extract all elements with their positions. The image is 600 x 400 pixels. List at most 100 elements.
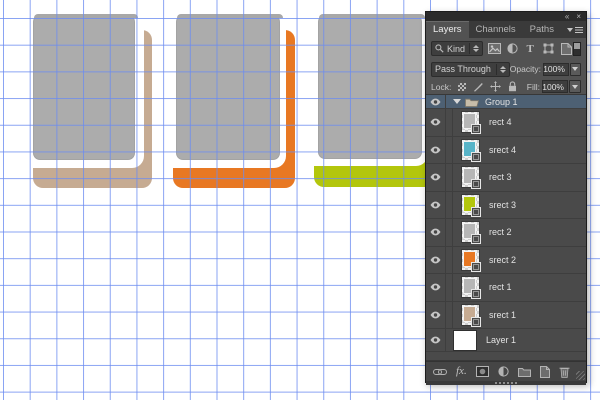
- layer-name: srect 3: [489, 199, 517, 210]
- panel-tabs: Layers Channels Paths: [426, 21, 586, 38]
- layers-panel: « × Layers Channels Paths Kind T Pass Th…: [425, 11, 587, 385]
- eye-icon: [430, 118, 441, 126]
- layer-row-srect-4[interactable]: srect 4: [426, 136, 586, 164]
- blend-row: Pass Through Opacity: 100%: [426, 59, 586, 79]
- layer-row-rect-4[interactable]: rect 4: [426, 109, 586, 137]
- lock-transparency-icon[interactable]: [455, 81, 468, 93]
- layer-visibility-toggle[interactable]: [426, 329, 446, 351]
- panel-resize-grip[interactable]: [576, 371, 585, 380]
- filter-kind-label: Kind: [447, 43, 466, 54]
- layer-name: srect 1: [489, 309, 517, 320]
- opacity-value[interactable]: 100%: [542, 62, 569, 76]
- fill-value[interactable]: 100%: [542, 80, 568, 93]
- layer-visibility-toggle[interactable]: [426, 136, 446, 163]
- layer-row-rect-2[interactable]: rect 2: [426, 219, 586, 247]
- panel-drag-handle[interactable]: [426, 381, 586, 385]
- vector-mask-badge-icon: [471, 316, 481, 327]
- layer-row-srect-1[interactable]: srect 1: [426, 301, 586, 329]
- vector-mask-badge-icon: [471, 289, 481, 300]
- layer-visibility-toggle[interactable]: [426, 191, 446, 218]
- layer-list: Group 1 rect 4 srect 4 rect 3 srect 3 rect 2 s…: [426, 94, 586, 361]
- layer-visibility-toggle[interactable]: [426, 301, 446, 328]
- layer-row-rect-3[interactable]: rect 3: [426, 164, 586, 192]
- group-indent-guide: [446, 301, 453, 328]
- lock-label: Lock:: [431, 81, 452, 92]
- layer-name: Layer 1: [486, 335, 517, 345]
- layer-visibility-toggle[interactable]: [426, 219, 446, 246]
- eye-icon: [430, 311, 441, 319]
- tab-layers[interactable]: Layers: [426, 21, 469, 38]
- layer-row-layer-1[interactable]: Layer 1: [426, 329, 586, 352]
- layer-thumbnail[interactable]: [453, 329, 477, 351]
- close-panel-icon[interactable]: ×: [576, 12, 581, 21]
- lock-row: Lock: Fill: 100%: [426, 79, 586, 94]
- type-layer-filter-icon[interactable]: T: [524, 41, 537, 56]
- rect-3-shape[interactable]: [318, 14, 425, 159]
- eye-icon: [430, 201, 441, 209]
- vector-mask-badge-icon: [471, 234, 481, 245]
- photoshop-workspace: « × Layers Channels Paths Kind T Pass Th…: [0, 0, 600, 400]
- group-folder-icon: [465, 98, 479, 107]
- group-indent-guide: [446, 136, 453, 163]
- layer-styles-icon[interactable]: fx.: [456, 366, 467, 377]
- blend-mode-dropdown[interactable]: Pass Through: [431, 61, 510, 77]
- layer-thumbnail[interactable]: [461, 111, 481, 135]
- eye-icon: [430, 173, 441, 181]
- layer-thumbnail[interactable]: [461, 276, 481, 300]
- vector-mask-badge-icon: [471, 261, 481, 272]
- layer-visibility-toggle[interactable]: [426, 109, 446, 136]
- eye-icon: [430, 336, 441, 344]
- opacity-dropdown-arrow[interactable]: [569, 62, 581, 76]
- layer-thumbnail[interactable]: [461, 166, 481, 190]
- rect-1-shape[interactable]: [33, 14, 138, 160]
- group-expand-arrow[interactable]: [453, 99, 461, 104]
- collapse-panel-icon[interactable]: «: [565, 12, 569, 21]
- lock-pixels-icon[interactable]: [472, 81, 485, 93]
- layer-visibility-toggle[interactable]: [426, 164, 446, 191]
- panel-titlebar: « ×: [426, 12, 586, 21]
- tab-paths[interactable]: Paths: [523, 21, 561, 38]
- new-group-icon[interactable]: [517, 367, 531, 377]
- layer-thumbnail[interactable]: [461, 138, 481, 162]
- layer-visibility-toggle[interactable]: [426, 274, 446, 301]
- layer-name: Group 1: [485, 96, 518, 107]
- opacity-label: Opacity:: [509, 64, 541, 74]
- smart-object-filter-icon[interactable]: [560, 41, 573, 56]
- lock-all-icon[interactable]: [506, 81, 519, 93]
- layer-thumbnail[interactable]: [461, 248, 481, 272]
- tab-channels[interactable]: Channels: [469, 21, 523, 38]
- link-layers-icon[interactable]: [433, 368, 447, 376]
- eye-icon: [430, 228, 441, 236]
- group-indent-guide: [446, 191, 453, 218]
- delete-layer-icon[interactable]: [559, 366, 570, 378]
- layer-visibility-toggle[interactable]: [426, 246, 446, 273]
- layer-row-rect-1[interactable]: rect 1: [426, 274, 586, 302]
- lock-position-icon[interactable]: [489, 81, 502, 93]
- layer-filter-toggle[interactable]: [572, 41, 581, 56]
- filter-row: Kind T: [426, 38, 586, 59]
- filter-kind-dropdown[interactable]: Kind: [431, 41, 483, 56]
- layer-thumbnail[interactable]: [461, 193, 481, 217]
- layer-row-srect-2[interactable]: srect 2: [426, 246, 586, 274]
- layer-row-group-1[interactable]: Group 1: [426, 95, 586, 109]
- shape-layer-filter-icon[interactable]: [542, 41, 555, 56]
- dropdown-stepper-icon: [468, 43, 479, 54]
- layer-thumbnail[interactable]: [461, 303, 481, 327]
- layer-mask-icon[interactable]: [475, 366, 489, 377]
- eye-icon: [430, 256, 441, 264]
- new-layer-icon[interactable]: [539, 365, 550, 378]
- panel-bottom-bar: fx.: [426, 361, 586, 381]
- search-icon: [435, 44, 444, 53]
- fill-dropdown-arrow[interactable]: [569, 80, 581, 93]
- layer-thumbnail[interactable]: [461, 221, 481, 245]
- layer-name: rect 3: [489, 172, 512, 183]
- layer-row-srect-3[interactable]: srect 3: [426, 191, 586, 219]
- adjustment-layer-filter-icon[interactable]: [506, 41, 519, 56]
- adjustment-layer-icon[interactable]: [498, 366, 509, 377]
- pixel-layer-filter-icon[interactable]: [487, 41, 501, 56]
- vector-mask-badge-icon: [471, 151, 481, 162]
- panel-menu-icon[interactable]: [561, 21, 589, 38]
- layer-visibility-toggle[interactable]: [426, 95, 446, 108]
- eye-icon: [430, 283, 441, 291]
- rect-2-shape[interactable]: [176, 14, 283, 160]
